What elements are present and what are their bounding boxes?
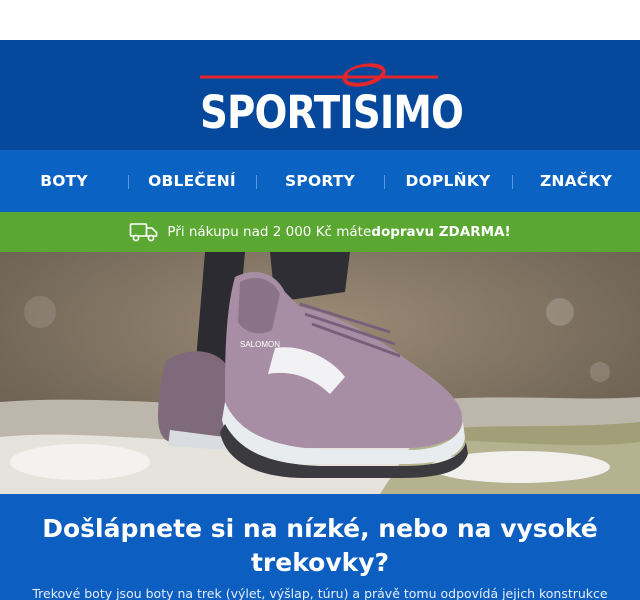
logo-text: SPORTISIMO <box>200 86 464 139</box>
header: SPORTISIMO <box>0 40 640 150</box>
hiking-shoes-photo: SALOMON <box>0 252 640 494</box>
main-nav: BOTY OBLEČENÍ SPORTY DOPLŇKY ZNAČKY <box>0 150 640 212</box>
top-spacer <box>0 0 640 40</box>
article-intro: Trekové boty jsou boty na trek (výlet, v… <box>32 586 608 600</box>
article-title: Došlápnete si na nízké, nebo na vysoké t… <box>0 494 640 580</box>
nav-item-boty[interactable]: BOTY <box>0 172 128 190</box>
free-shipping-banner[interactable]: Při nákupu nad 2 000 Kč máte dopravu ZDA… <box>0 212 640 252</box>
truck-icon <box>130 223 158 242</box>
nav-item-sporty[interactable]: SPORTY <box>256 172 384 190</box>
promo-text: Při nákupu nad 2 000 Kč máte <box>167 224 372 240</box>
nav-item-doplnky[interactable]: DOPLŇKY <box>384 172 512 190</box>
shoe-brand-label: SALOMON <box>240 340 280 349</box>
nav-item-znacky[interactable]: ZNAČKY <box>512 172 640 190</box>
article-title-line2: trekovky? <box>250 548 390 577</box>
promo-highlight: dopravu ZDARMA! <box>371 224 511 240</box>
article-section: Došlápnete si na nízké, nebo na vysoké t… <box>0 494 640 600</box>
hero-image[interactable]: SALOMON <box>0 252 640 494</box>
nav-item-obleceni[interactable]: OBLEČENÍ <box>128 172 256 190</box>
article-title-line1: Došlápnete si na nízké, nebo na vysoké <box>42 514 598 543</box>
sportisimo-logo[interactable]: SPORTISIMO <box>198 62 464 150</box>
